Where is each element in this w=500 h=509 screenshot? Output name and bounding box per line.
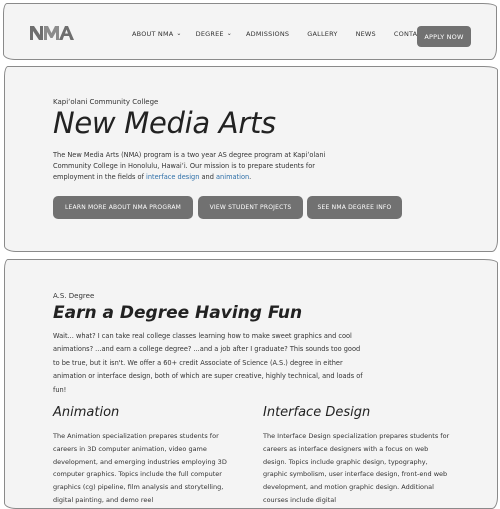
- animation-heading: Animation: [53, 405, 120, 420]
- degree-kicker: A.S. Degree: [53, 292, 95, 300]
- nav-about-nma[interactable]: ABOUT NMA ⌄: [132, 30, 182, 38]
- nma-logo-icon[interactable]: [28, 24, 74, 42]
- nav-gallery[interactable]: GALLERY: [307, 30, 337, 38]
- chevron-down-icon: ⌄: [176, 30, 182, 37]
- learn-more-button[interactable]: LEARN MORE ABOUT NMA PROGRAM: [53, 196, 193, 219]
- page-title: New Media Arts: [53, 106, 276, 140]
- nav-news[interactable]: NEWS: [356, 30, 376, 38]
- hero-body-and: and: [199, 173, 217, 181]
- interface-design-heading: Interface Design: [263, 405, 371, 420]
- animation-description: The Animation specialization prepares st…: [53, 432, 227, 504]
- interface-design-link[interactable]: interface design: [146, 173, 199, 181]
- apply-now-button[interactable]: APPLY NOW: [417, 26, 471, 47]
- nav-admissions[interactable]: ADMISSIONS: [246, 30, 289, 38]
- nav-gallery-label: GALLERY: [307, 30, 338, 38]
- college-name: Kapiʻolani Community College: [53, 98, 159, 106]
- hero-body-end: .: [249, 173, 252, 181]
- degree-section-title: Earn a Degree Having Fun: [53, 303, 303, 323]
- nav-news-label: NEWS: [355, 30, 376, 38]
- hero-description: The New Media Arts (NMA) program is a tw…: [53, 150, 353, 183]
- nav-admissions-label: ADMISSIONS: [245, 30, 290, 38]
- chevron-down-icon: ⌄: [226, 30, 232, 37]
- nav-links: ABOUT NMA ⌄ DEGREE ⌄ ADMISSIONS GALLERY …: [132, 30, 426, 38]
- nav-about-nma-label: ABOUT NMA: [132, 30, 174, 38]
- nav-degree[interactable]: DEGREE ⌄: [196, 30, 232, 38]
- see-degree-info-button[interactable]: SEE NMA DEGREE INFO: [307, 196, 402, 219]
- nav-degree-label: DEGREE: [195, 30, 224, 38]
- animation-link[interactable]: animation: [216, 173, 249, 181]
- interface-design-description: The Interface Design specialization prep…: [263, 432, 450, 504]
- view-student-projects-button[interactable]: VIEW STUDENT PROJECTS: [198, 196, 303, 219]
- degree-description: Wait... what? I can take real college cl…: [53, 332, 363, 394]
